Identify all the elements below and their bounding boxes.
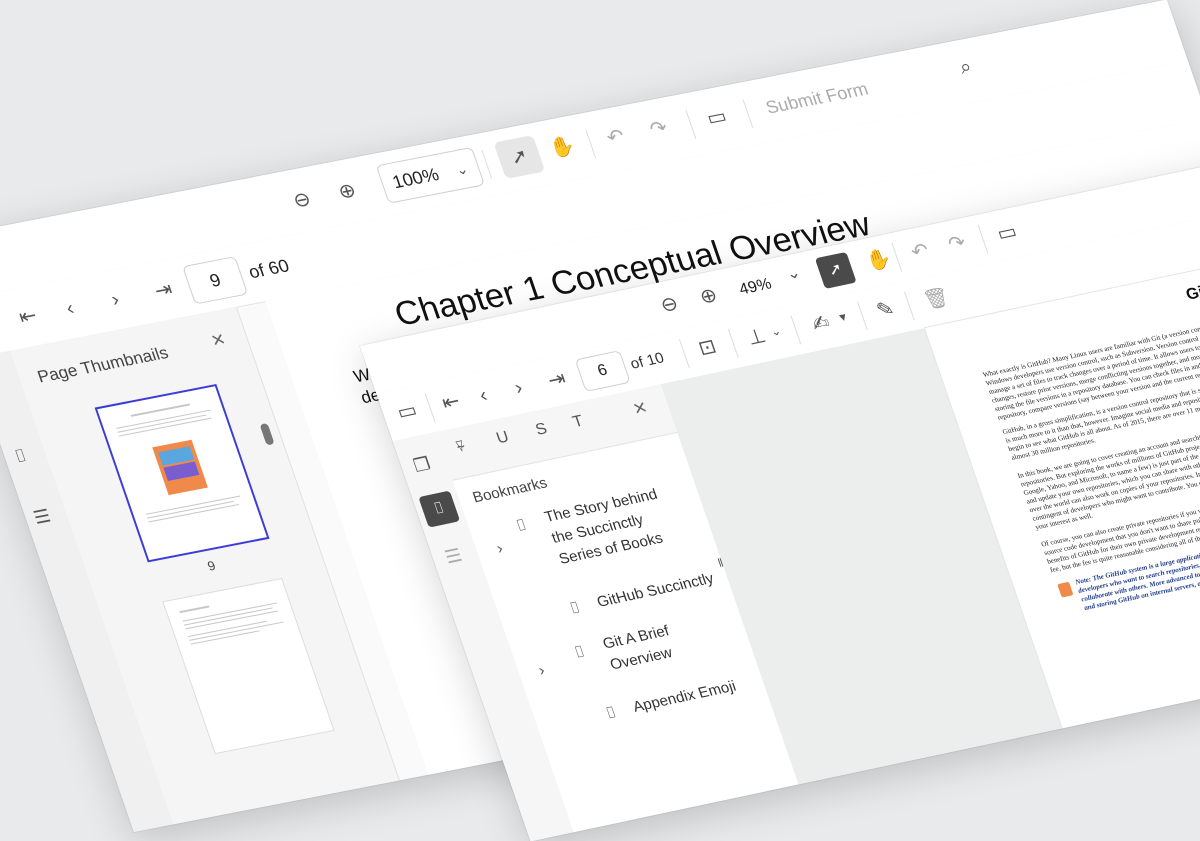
underline-icon[interactable]: U (494, 429, 511, 448)
bookmark-ribbon-icon: ⌷ (603, 704, 619, 723)
select-cursor-icon[interactable]: ➚ (493, 135, 546, 179)
divider (727, 328, 739, 358)
page-total-label: of 60 (245, 255, 292, 283)
divider (585, 129, 597, 159)
pan-hand-icon[interactable]: ✋ (863, 247, 895, 273)
zoom-out-icon[interactable]: ⊖ (658, 293, 682, 317)
bookmark-label: Git A Brief Overview (600, 622, 675, 674)
delete-icon[interactable]: 🗑 (921, 286, 953, 312)
page-number-input[interactable]: 6 (574, 350, 631, 393)
highlight-icon[interactable]: ⍫ (453, 438, 468, 456)
squiggly-icon[interactable]: T (571, 413, 586, 431)
undo-icon[interactable]: ↶ (604, 125, 628, 149)
ink-pen-icon[interactable]: ✎ (874, 298, 898, 322)
page-thumbnail-selected[interactable] (97, 386, 267, 561)
comment-icon[interactable]: ▭ (994, 221, 1020, 246)
divider (685, 110, 697, 140)
bookmark-icon[interactable]: ⌷ (12, 445, 29, 466)
note-icon (1057, 581, 1074, 598)
zoom-in-icon[interactable]: ⊕ (335, 179, 359, 203)
toc-icon[interactable]: ☰ (442, 545, 464, 567)
undo-icon[interactable]: ↶ (908, 239, 932, 263)
previous-page-icon[interactable]: ‹ (63, 297, 77, 319)
zoom-value: 100% (389, 164, 442, 193)
bookmark-ribbon-icon: ⌷ (513, 516, 529, 535)
page-total-label: of 10 (628, 349, 667, 373)
last-page-icon[interactable]: ⇥ (545, 368, 569, 392)
first-page-icon[interactable]: ⇤ (439, 390, 463, 414)
caret-down-icon[interactable]: ▼ (836, 311, 851, 325)
redo-icon[interactable]: ↷ (945, 231, 969, 255)
redo-icon[interactable]: ↷ (647, 117, 671, 141)
next-page-icon[interactable]: › (108, 289, 122, 311)
select-cursor-icon[interactable]: ➚ (814, 251, 857, 290)
strikethrough-icon[interactable]: S (533, 420, 549, 438)
zoom-value[interactable]: 49% (737, 276, 774, 300)
divider (481, 149, 493, 179)
close-icon[interactable]: × (630, 394, 651, 420)
open-folder-icon[interactable]: ▭ (394, 399, 420, 424)
previous-page-icon[interactable]: ‹ (477, 384, 491, 406)
pan-hand-icon[interactable]: ✋ (547, 135, 579, 161)
divider (977, 224, 989, 254)
divider (857, 301, 868, 331)
form-field-icon[interactable]: ⊡ (696, 336, 720, 360)
last-page-icon[interactable]: ⇥ (152, 278, 176, 302)
divider (678, 339, 690, 369)
chevron-right-icon[interactable]: › (494, 540, 505, 557)
page-thumbnail[interactable] (163, 579, 334, 753)
divider (790, 315, 802, 345)
thumbnail-page-label: 9 (205, 557, 218, 574)
divider (424, 393, 436, 423)
thumbnails-panel-title: Page Thumbnails (34, 343, 171, 387)
chevron-down-icon: ⌄ (453, 160, 471, 178)
page-number-input[interactable]: 9 (182, 256, 249, 305)
thumbnail-scrollbar[interactable] (259, 422, 275, 446)
next-page-icon[interactable]: › (512, 377, 526, 399)
bookmarks-panel-title: Bookmarks (470, 474, 550, 507)
zoom-out-icon[interactable]: ⊖ (290, 188, 314, 212)
signature-icon[interactable]: ✍ (809, 311, 833, 335)
bookmark-ribbon-icon: ⌷ (572, 643, 588, 662)
pages-icon[interactable]: ❐ (411, 454, 433, 476)
divider (903, 291, 915, 321)
chevron-down-icon[interactable]: ⌄ (769, 323, 783, 338)
chevron-down-icon[interactable]: ⌄ (784, 264, 803, 283)
close-icon[interactable]: × (208, 326, 229, 352)
submit-form-button[interactable]: Submit Form (763, 79, 871, 119)
chevron-right-icon[interactable]: › (536, 662, 547, 679)
first-page-icon[interactable]: ⇤ (16, 305, 40, 329)
bookmark-ribbon-icon: ⌷ (567, 599, 583, 618)
bookmark-icon[interactable]: ⌷ (418, 490, 461, 528)
search-icon[interactable]: ⌕ (956, 56, 974, 79)
toc-icon[interactable]: ☰ (31, 506, 53, 528)
zoom-in-icon[interactable]: ⊕ (697, 284, 721, 308)
bookmark-label: Appendix Emoji (630, 677, 739, 716)
bookmark-label: The Story behind the Succinctly Series o… (542, 485, 666, 568)
divider (742, 99, 754, 129)
zoom-select[interactable]: 100% ⌄ (375, 146, 486, 204)
stamp-icon[interactable]: ⊥ (745, 325, 769, 350)
comment-icon[interactable]: ▭ (704, 105, 730, 130)
